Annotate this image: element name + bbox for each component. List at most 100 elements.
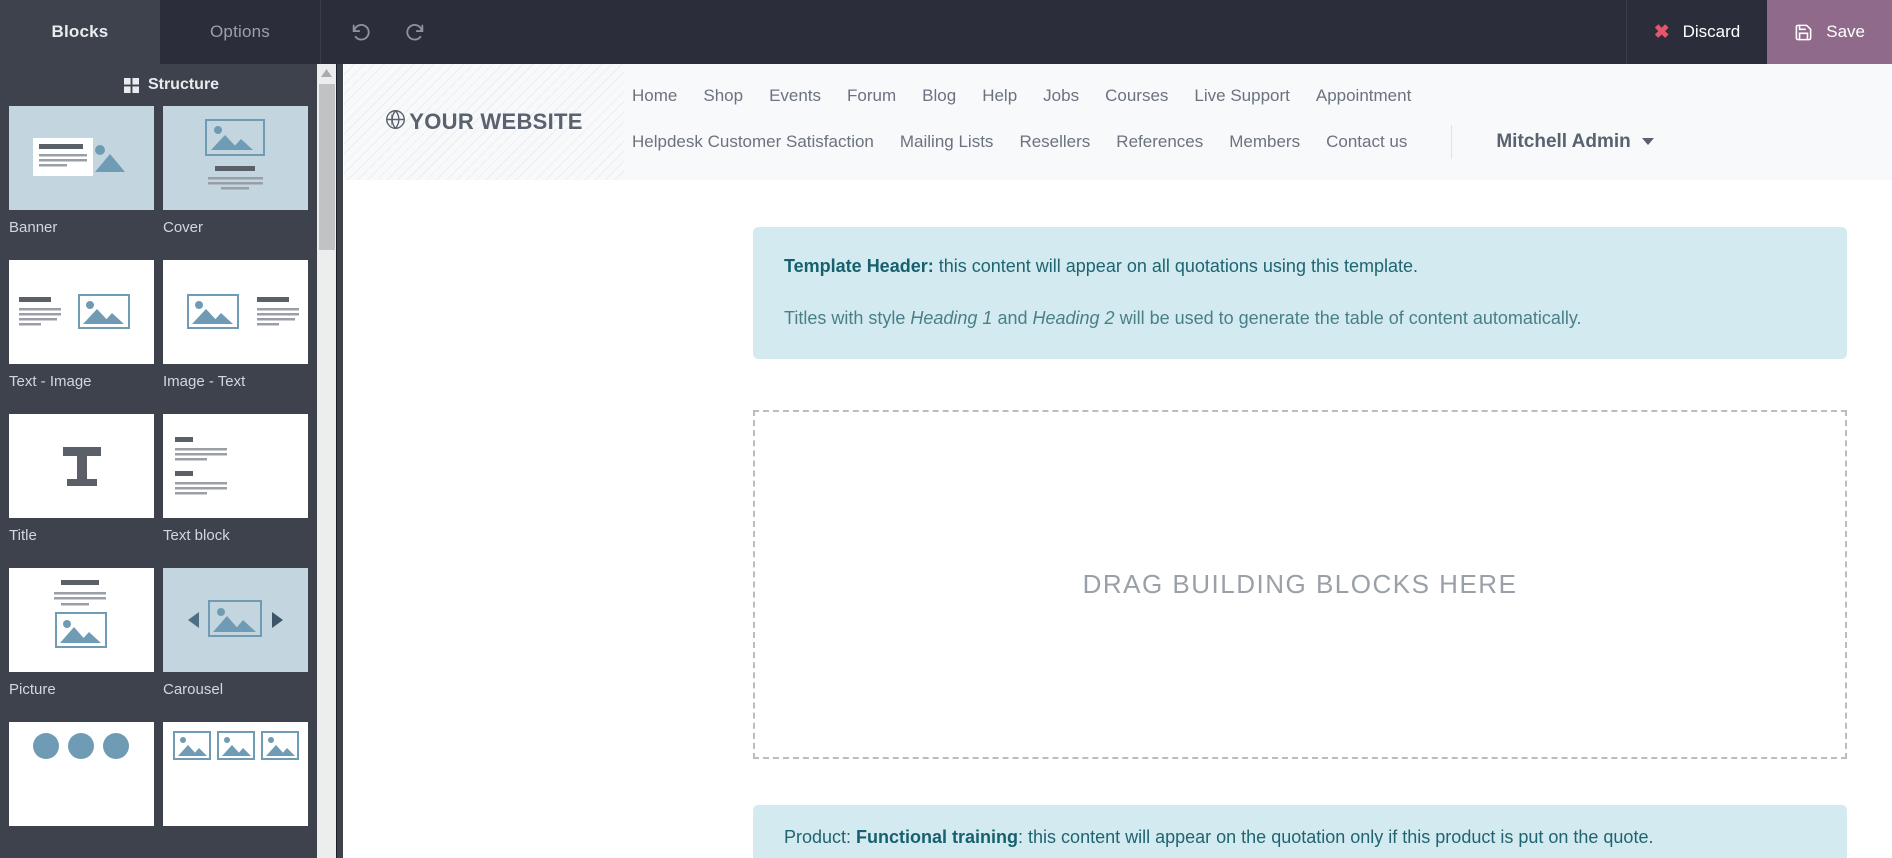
block-label-three-images [163, 826, 308, 858]
content-column: Template Header: this content will appea… [753, 227, 1847, 858]
nav-link-appointment[interactable]: Appointment [1316, 86, 1411, 106]
nav-link-live-support[interactable]: Live Support [1194, 86, 1289, 106]
history-controls [320, 0, 429, 64]
discard-button[interactable]: ✖ Discard [1625, 0, 1768, 64]
block-label-image-text: Image - Text [163, 373, 246, 390]
template-header-line-1: Template Header: this content will appea… [784, 253, 1816, 281]
redo-icon [404, 21, 426, 43]
block-label-circles [9, 826, 154, 858]
block-item-text-block[interactable]: Text block [163, 414, 308, 568]
tab-options[interactable]: Options [160, 0, 320, 64]
discard-label: Discard [1682, 22, 1741, 41]
nav-link-home[interactable]: Home [632, 86, 677, 106]
blocks-grid: Banner Cover Text - Image Image - Text T… [0, 106, 343, 858]
headings-note-post: will be used to generate the table of co… [1114, 307, 1582, 328]
block-item-picture[interactable]: Picture [9, 568, 154, 722]
grid-blocks-icon [123, 77, 139, 93]
nav-divider [1451, 124, 1453, 159]
product-info-box: Product: Functional training: this conte… [753, 804, 1847, 858]
picture-thumb[interactable] [9, 568, 154, 672]
text-block-thumb[interactable] [163, 414, 308, 518]
block-label-picture: Picture [9, 681, 56, 698]
redo-button[interactable] [401, 18, 429, 46]
website-canvas: YOUR WEBSITE Home Shop Events Forum Blog… [344, 64, 1892, 858]
quotation-template-body: Template Header: this content will appea… [344, 227, 1892, 858]
block-label-banner: Banner [9, 219, 58, 236]
title-thumb[interactable] [9, 414, 154, 518]
tab-blocks-label: Blocks [51, 22, 109, 41]
chevron-down-icon [1641, 138, 1654, 145]
nav-link-resellers[interactable]: Resellers [1019, 132, 1090, 152]
nav-link-helpdesk-customer-satisfaction[interactable]: Helpdesk Customer Satisfaction [632, 132, 874, 152]
template-header-info-box: Template Header: this content will appea… [753, 227, 1847, 359]
structure-section-header: Structure [0, 64, 343, 106]
block-label-title: Title [9, 527, 37, 544]
block-item-cover[interactable]: Cover [163, 106, 308, 260]
headings-note-mid: and [992, 307, 1033, 328]
image-text-thumb[interactable] [163, 260, 308, 364]
block-item-banner[interactable]: Banner [9, 106, 154, 260]
nav-link-forum[interactable]: Forum [847, 86, 896, 106]
template-header-label: Template Header: [784, 256, 934, 276]
website-logo[interactable]: YOUR WEBSITE [344, 64, 624, 180]
nav-link-members[interactable]: Members [1229, 132, 1300, 152]
block-item-circles[interactable] [9, 722, 154, 858]
nav-link-shop[interactable]: Shop [703, 86, 743, 106]
template-header-text: this content will appear on all quotatio… [933, 256, 1419, 276]
sidebar-scrollbar[interactable] [317, 64, 337, 858]
headings-note-pre: Titles with style [784, 307, 911, 328]
block-label-text-block: Text block [163, 527, 230, 544]
block-item-carousel[interactable]: Carousel [163, 568, 308, 722]
heading-1-emphasis: Heading 1 [910, 307, 993, 328]
user-menu[interactable]: Mitchell Admin [1496, 130, 1654, 153]
website-header: YOUR WEBSITE Home Shop Events Forum Blog… [344, 64, 1892, 180]
nav-row-primary: Home Shop Events Forum Blog Help Jobs Co… [632, 82, 1852, 110]
heading-2-emphasis: Heading 2 [1032, 307, 1115, 328]
circles-thumb[interactable] [9, 722, 154, 826]
structure-section-title: Structure [147, 76, 220, 93]
website-logo-text: YOUR WEBSITE [409, 109, 583, 134]
scrollbar-thumb[interactable] [319, 84, 335, 250]
block-item-three-images[interactable] [163, 722, 308, 858]
nav-link-help[interactable]: Help [982, 86, 1017, 106]
user-menu-label: Mitchell Admin [1496, 130, 1631, 152]
template-header-line-2: Titles with style Heading 1 and Heading … [784, 305, 1816, 333]
banner-thumb[interactable] [9, 106, 154, 210]
scroll-up-arrow-icon[interactable] [317, 64, 336, 82]
nav-link-blog[interactable]: Blog [922, 86, 956, 106]
drop-zone-label: DRAG BUILDING BLOCKS HERE [1082, 568, 1518, 599]
nav-link-references[interactable]: References [1116, 132, 1203, 152]
product-label-prefix: Product: [784, 826, 857, 847]
drop-zone[interactable]: DRAG BUILDING BLOCKS HERE [753, 409, 1847, 759]
three-images-thumb[interactable] [163, 722, 308, 826]
nav-link-courses[interactable]: Courses [1105, 86, 1168, 106]
close-x-icon: ✖ [1653, 21, 1670, 43]
block-item-text-image[interactable]: Text - Image [9, 260, 154, 414]
website-nav: Home Shop Events Forum Blog Help Jobs Co… [624, 82, 1852, 163]
floppy-disk-icon [1794, 23, 1813, 42]
globe-icon [385, 109, 406, 136]
block-item-title[interactable]: Title [9, 414, 154, 568]
tab-blocks[interactable]: Blocks [0, 0, 160, 64]
block-label-cover: Cover [163, 219, 204, 236]
blocks-sidebar: Structure Banner Cover Text - Image Imag… [0, 64, 343, 858]
save-label: Save [1826, 22, 1865, 41]
block-label-carousel: Carousel [163, 681, 224, 698]
nav-row-secondary: Helpdesk Customer Satisfaction Mailing L… [632, 121, 1852, 163]
carousel-thumb[interactable] [163, 568, 308, 672]
text-image-thumb[interactable] [9, 260, 154, 364]
block-item-image-text[interactable]: Image - Text [163, 260, 308, 414]
tab-options-label: Options [210, 22, 270, 41]
undo-icon [350, 21, 372, 43]
product-name: Functional training [856, 826, 1019, 847]
nav-link-jobs[interactable]: Jobs [1043, 86, 1079, 106]
nav-link-mailing-lists[interactable]: Mailing Lists [900, 132, 994, 152]
nav-link-contact-us[interactable]: Contact us [1326, 132, 1407, 152]
undo-button[interactable] [347, 18, 375, 46]
product-description: : this content will appear on the quotat… [1018, 826, 1654, 847]
nav-link-events[interactable]: Events [769, 86, 821, 106]
cover-thumb[interactable] [163, 106, 308, 210]
save-button[interactable]: Save [1767, 0, 1892, 64]
editor-topbar: Blocks Options ✖ Discard Save [0, 0, 1892, 64]
